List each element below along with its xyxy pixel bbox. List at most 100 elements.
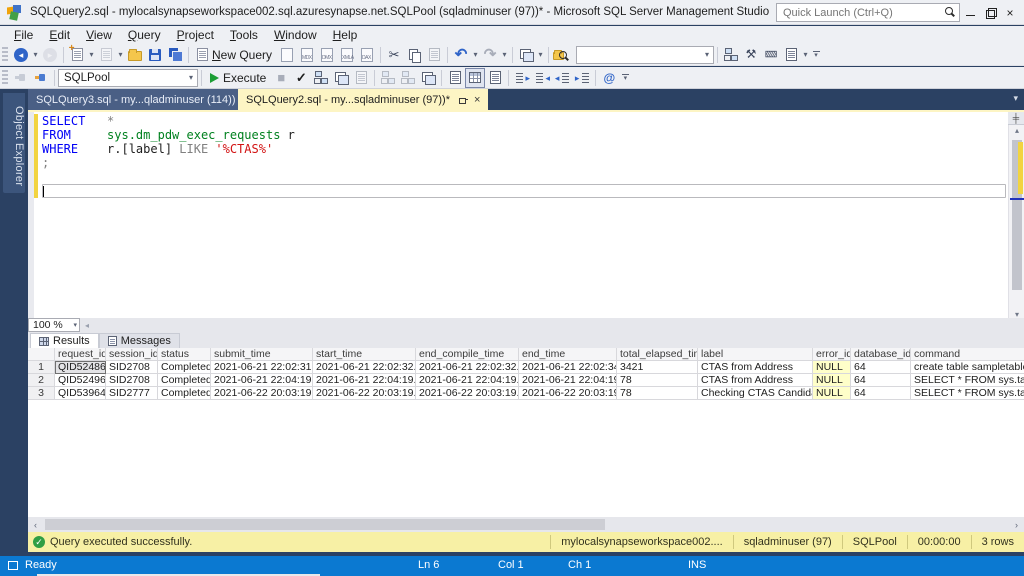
split-window-handle[interactable]: ╪ [1008,112,1024,125]
grid-cell[interactable]: 64 [851,361,911,374]
grid-cell[interactable]: Completed [158,387,211,400]
column-header[interactable]: total_elapsed_time [617,348,698,361]
vs-launcher-button[interactable] [721,45,741,65]
console-button[interactable] [781,45,801,65]
menu-view[interactable]: View [78,27,120,43]
scroll-right-icon[interactable]: › [1009,520,1024,530]
toolbox-button[interactable]: 🝙 [761,45,781,65]
new-database-engine-query-button[interactable] [277,45,297,65]
grid-corner[interactable] [28,348,55,361]
row-number[interactable]: 2 [28,374,55,387]
navigate-forward-button[interactable]: ▸ [40,45,60,65]
grid-cell[interactable]: 2021-06-22 20:03:19.173 [519,387,617,400]
new-project-dropdown[interactable]: ▾ [87,50,96,59]
grid-cell[interactable]: QID52496 [55,374,106,387]
grid-cell[interactable]: 2021-06-21 22:04:19.133 [313,374,416,387]
editor-vertical-scrollbar[interactable]: ╪ ▴ ▾ [1008,112,1024,318]
open-file-button[interactable] [125,45,145,65]
toolbar-grip[interactable] [2,47,8,63]
grid-cell[interactable]: 2021-06-21 22:02:32.240 [313,361,416,374]
scroll-down-icon[interactable]: ▾ [1009,310,1024,318]
column-header[interactable]: database_id [851,348,911,361]
navigate-back-button[interactable]: ◂ [11,45,31,65]
increase-indent-button[interactable] [572,68,592,88]
console-dropdown[interactable]: ▾ [801,50,810,59]
new-dmx-query-button[interactable] [317,45,337,65]
grid-cell[interactable]: 2021-06-21 22:02:34.740 [519,361,617,374]
database-combobox[interactable]: SQLPool ▾ [58,69,198,87]
execute-button[interactable]: Execute [205,68,271,88]
add-item-button[interactable] [96,45,116,65]
code-line[interactable]: FROM sys.dm_pdw_exec_requests r [42,128,1006,142]
scroll-left-icon[interactable]: ◂ [80,321,94,330]
new-project-button[interactable]: + [67,45,87,65]
intellisense-button[interactable] [351,68,371,88]
new-query-button[interactable]: New Query [192,45,277,65]
menu-file[interactable]: File [6,27,41,43]
template-parameters-button[interactable]: @ [599,68,619,88]
toolbar-extra-dropdown[interactable]: ▾ [536,50,545,59]
column-header[interactable]: end_time [519,348,617,361]
code-line[interactable]: WHERE r.[label] LIKE '%CTAS%' [42,142,1006,156]
scroll-left-icon[interactable]: ‹ [28,520,43,530]
grid-cell[interactable]: Completed [158,374,211,387]
grid-cell[interactable]: 2021-06-21 22:02:32.240 [416,361,519,374]
decrease-indent-button[interactable] [552,68,572,88]
zoom-combobox[interactable]: 100 % ▾ [28,318,80,332]
live-query-stats-button[interactable] [398,68,418,88]
menu-help[interactable]: Help [325,27,366,43]
query-options-button[interactable] [331,68,351,88]
toolbar-options-button[interactable]: ▾ [810,46,822,64]
results-to-text-button[interactable] [445,68,465,88]
object-explorer-tab[interactable]: Object Explorer [3,93,25,193]
code-line[interactable] [42,170,1006,184]
menu-project[interactable]: Project [169,27,222,43]
toolbar-grip[interactable] [2,70,8,86]
code-line[interactable]: ; [42,156,1006,170]
undo-button[interactable]: ↶ [451,45,471,65]
save-button[interactable] [145,45,165,65]
grid-cell[interactable]: CTAS from Address [698,374,813,387]
quick-launch-input[interactable] [783,7,944,19]
grid-cell[interactable]: 3421 [617,361,698,374]
column-header[interactable]: submit_time [211,348,313,361]
paste-button[interactable] [424,45,444,65]
new-dax-query-button[interactable] [357,45,377,65]
column-header[interactable]: request_id [55,348,106,361]
activity-monitor-button[interactable] [516,45,536,65]
grid-cell[interactable]: 2021-06-22 20:03:19.110 [416,387,519,400]
grid-cell[interactable]: QID52486 [55,361,106,374]
back-dropdown[interactable]: ▾ [31,50,40,59]
column-header[interactable]: session_id [106,348,158,361]
column-header[interactable]: end_compile_time [416,348,519,361]
grid-cell[interactable]: 2021-06-22 20:03:19.110 [313,387,416,400]
grid-cell[interactable]: SID2708 [106,361,158,374]
tab-results[interactable]: Results [30,333,99,348]
parse-button[interactable]: ✓ [291,68,311,88]
row-number[interactable]: 1 [28,361,55,374]
sql-editor[interactable]: SELECT *FROM sys.dm_pdw_exec_requests rW… [28,110,1024,318]
grid-cell[interactable]: SELECT * FROM sys.tab [911,374,1024,387]
row-number[interactable]: 3 [28,387,55,400]
close-button[interactable]: × [1000,0,1020,25]
new-mdx-query-button[interactable] [297,45,317,65]
grid-cell[interactable]: 2021-06-21 22:04:19.117 [211,374,313,387]
tab-sqlquery2[interactable]: SQLQuery2.sql - my...sqladminuser (97))*… [238,89,488,110]
tab-messages[interactable]: Messages [99,333,180,348]
column-header[interactable]: error_id [813,348,851,361]
uncomment-button[interactable] [532,68,552,88]
grid-cell[interactable]: Checking CTAS Candidates [698,387,813,400]
grid-cell[interactable]: NULL [813,374,851,387]
restore-button[interactable] [980,0,1000,25]
tab-sqlquery3[interactable]: SQLQuery3.sql - my...qladminuser (114)) [28,89,238,110]
document-list-dropdown[interactable]: ▾ [1013,93,1018,104]
grid-cell[interactable]: create table sampletable [911,361,1024,374]
grid-cell[interactable]: Completed [158,361,211,374]
grid-cell[interactable]: 64 [851,374,911,387]
close-icon[interactable]: × [474,95,480,105]
new-xmla-query-button[interactable] [337,45,357,65]
find-combobox[interactable]: ▾ [576,46,714,64]
menu-edit[interactable]: Edit [41,27,78,43]
cut-button[interactable]: ✂ [384,45,404,65]
change-connection-button[interactable] [31,68,51,88]
